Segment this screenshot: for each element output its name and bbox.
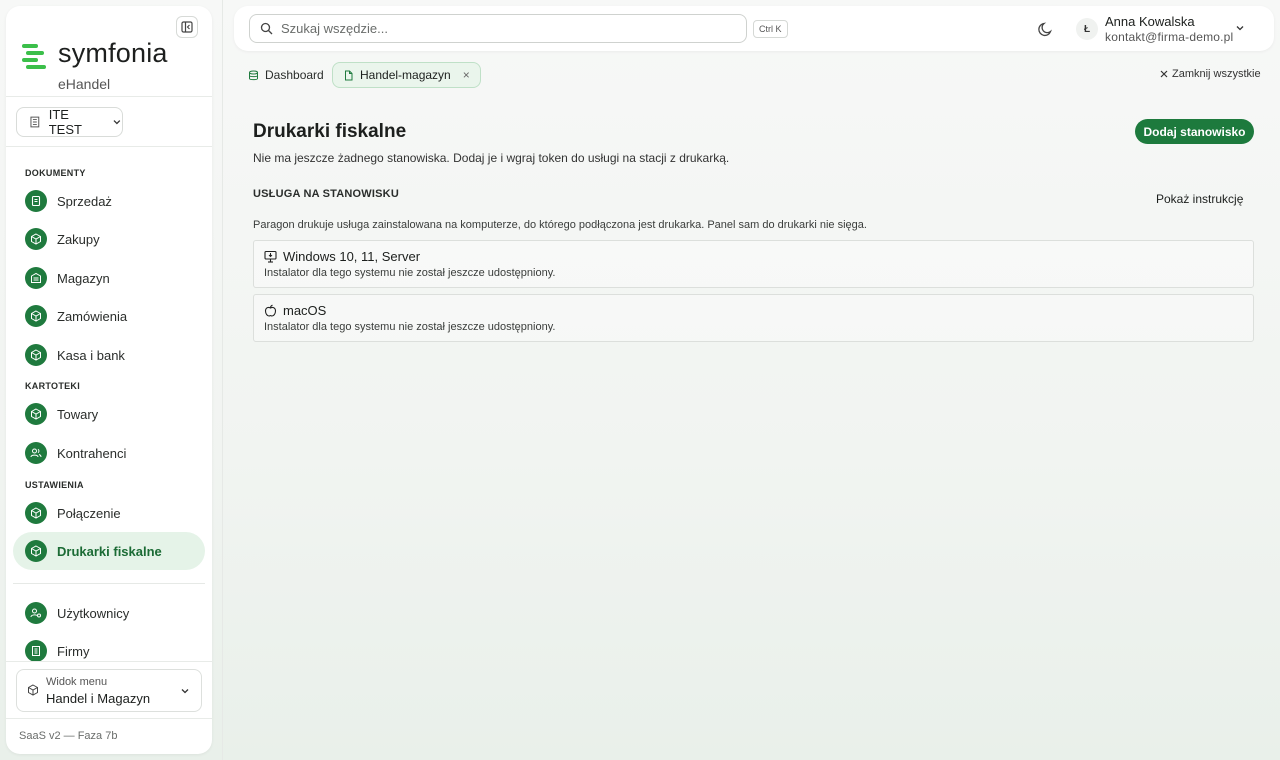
building-icon xyxy=(25,640,47,662)
sidebar-collapse-icon xyxy=(181,21,193,33)
collapse-sidebar-button[interactable] xyxy=(176,16,198,38)
tab-dashboard[interactable]: Dashboard xyxy=(238,62,334,88)
tab-label: Dashboard xyxy=(265,68,324,82)
database-icon xyxy=(249,70,258,80)
box-icon xyxy=(25,502,47,524)
box-icon xyxy=(25,403,47,425)
menu-view-label: Widok menu xyxy=(46,676,108,688)
sidebar-divider xyxy=(6,146,212,147)
close-icon[interactable]: × xyxy=(463,68,470,82)
section-label-dokumenty: DOKUMENTY xyxy=(25,168,86,178)
box-icon xyxy=(25,228,47,250)
sidebar-item-label: Firmy xyxy=(57,643,90,659)
sidebar-item-label: Zakupy xyxy=(57,231,100,247)
sidebar-item-kontrahenci[interactable]: Kontrahenci xyxy=(13,434,205,472)
version-label: SaaS v2 — Faza 7b xyxy=(19,730,118,742)
os-card-windows: Windows 10, 11, Server Instalator dla te… xyxy=(253,240,1254,288)
close-all-tabs-button[interactable]: Zamknij wszystkie xyxy=(1160,68,1261,80)
os-name: Windows 10, 11, Server xyxy=(283,249,421,264)
user-key-icon xyxy=(25,602,47,624)
brand-subtitle: eHandel xyxy=(58,76,111,92)
monitor-icon xyxy=(264,250,277,263)
content-divider xyxy=(222,0,223,760)
users-icon xyxy=(25,442,47,464)
os-card-macos: macOS Instalator dla tego systemu nie zo… xyxy=(253,294,1254,342)
section-label-kartoteki: KARTOTEKI xyxy=(25,381,81,391)
chevron-down-icon xyxy=(181,689,189,694)
file-icon xyxy=(345,70,353,80)
box-icon xyxy=(25,305,47,327)
menu-view-value: Handel i Magazyn xyxy=(46,691,151,706)
sidebar-item-label: Kontrahenci xyxy=(57,445,127,461)
page-subtitle: Nie ma jeszcze żadnego stanowiska. Dodaj… xyxy=(253,151,730,165)
search-shortcut: Ctrl K xyxy=(753,20,788,38)
brand-logo[interactable]: symfonia eHandel xyxy=(20,36,200,96)
section-heading: USŁUGA NA STANOWISKU xyxy=(253,188,399,200)
sidebar-item-label: Drukarki fiskalne xyxy=(57,543,162,559)
sidebar-item-kasa-i-bank[interactable]: Kasa i bank xyxy=(13,336,205,374)
symfonia-logo-icon xyxy=(22,44,46,69)
user-email: kontakt@firma-demo.pl xyxy=(1105,30,1234,44)
sidebar-item-sprzedaz[interactable]: Sprzedaż xyxy=(13,182,205,220)
sidebar-item-drukarki-fiskalne[interactable]: Drukarki fiskalne xyxy=(13,532,205,570)
sidebar-item-magazyn[interactable]: Magazyn xyxy=(13,259,205,297)
os-note: Instalator dla tego systemu nie został j… xyxy=(264,267,556,279)
chevron-down-icon xyxy=(113,120,121,125)
tab-label: Handel-magazyn xyxy=(360,68,451,82)
sidebar-item-label: Kasa i bank xyxy=(57,347,125,363)
menu-view-select[interactable]: Widok menu Handel i Magazyn xyxy=(16,669,202,712)
sidebar-divider xyxy=(6,661,212,662)
search-input[interactable] xyxy=(281,21,721,36)
sidebar-divider xyxy=(6,718,212,719)
section-label-ustawienia: USTAWIENIA xyxy=(25,480,84,490)
search-box[interactable] xyxy=(249,14,747,43)
document-icon xyxy=(25,190,47,212)
page-title: Drukarki fiskalne xyxy=(253,121,407,142)
sidebar-item-zakupy[interactable]: Zakupy xyxy=(13,220,205,258)
sidebar-item-label: Użytkownicy xyxy=(57,605,130,621)
add-station-button[interactable]: Dodaj stanowisko xyxy=(1135,119,1254,144)
sidebar: symfonia eHandel ITE TEST DOKUMENTY Sprz… xyxy=(6,6,212,754)
chevron-down-icon[interactable] xyxy=(1234,22,1246,34)
company-name: ITE TEST xyxy=(48,107,82,137)
box-icon xyxy=(28,684,38,696)
sidebar-item-uzytkownicy[interactable]: Użytkownicy xyxy=(13,594,205,632)
search-icon xyxy=(260,22,273,35)
moon-icon[interactable] xyxy=(1037,20,1055,38)
sidebar-item-polaczenie[interactable]: Połączenie xyxy=(13,494,205,532)
sidebar-divider xyxy=(6,96,212,97)
brand-name: symfonia xyxy=(58,38,168,68)
box-icon xyxy=(25,540,47,562)
sidebar-item-label: Magazyn xyxy=(57,270,110,286)
section-description: Paragon drukuje usługa zainstalowana na … xyxy=(253,219,867,231)
top-bar: Ctrl K Ł Anna Kowalska kontakt@firma-dem… xyxy=(234,6,1274,51)
building-icon xyxy=(30,116,40,128)
box-icon xyxy=(25,344,47,366)
sidebar-item-towary[interactable]: Towary xyxy=(13,395,205,433)
company-switcher[interactable]: ITE TEST xyxy=(16,107,123,137)
user-name[interactable]: Anna Kowalska xyxy=(1105,14,1195,29)
sidebar-item-label: Połączenie xyxy=(57,505,121,521)
sidebar-item-label: Sprzedaż xyxy=(57,193,112,209)
sidebar-item-firmy[interactable]: Firmy xyxy=(13,632,205,670)
close-icon xyxy=(1160,70,1168,78)
warehouse-icon xyxy=(25,267,47,289)
avatar[interactable]: Ł xyxy=(1076,18,1098,40)
sidebar-item-label: Towary xyxy=(57,406,99,422)
sidebar-item-label: Zamówienia xyxy=(57,308,128,324)
close-all-label: Zamknij wszystkie xyxy=(1172,68,1261,80)
show-instructions-link[interactable]: Pokaż instrukcję xyxy=(1156,192,1243,206)
tab-handel-magazyn[interactable]: Handel-magazyn × xyxy=(332,62,481,88)
sidebar-divider xyxy=(13,583,205,584)
sidebar-item-zamowienia[interactable]: Zamówienia xyxy=(13,297,205,335)
os-note: Instalator dla tego systemu nie został j… xyxy=(264,321,556,333)
os-name: macOS xyxy=(283,303,327,318)
apple-icon xyxy=(264,304,277,317)
